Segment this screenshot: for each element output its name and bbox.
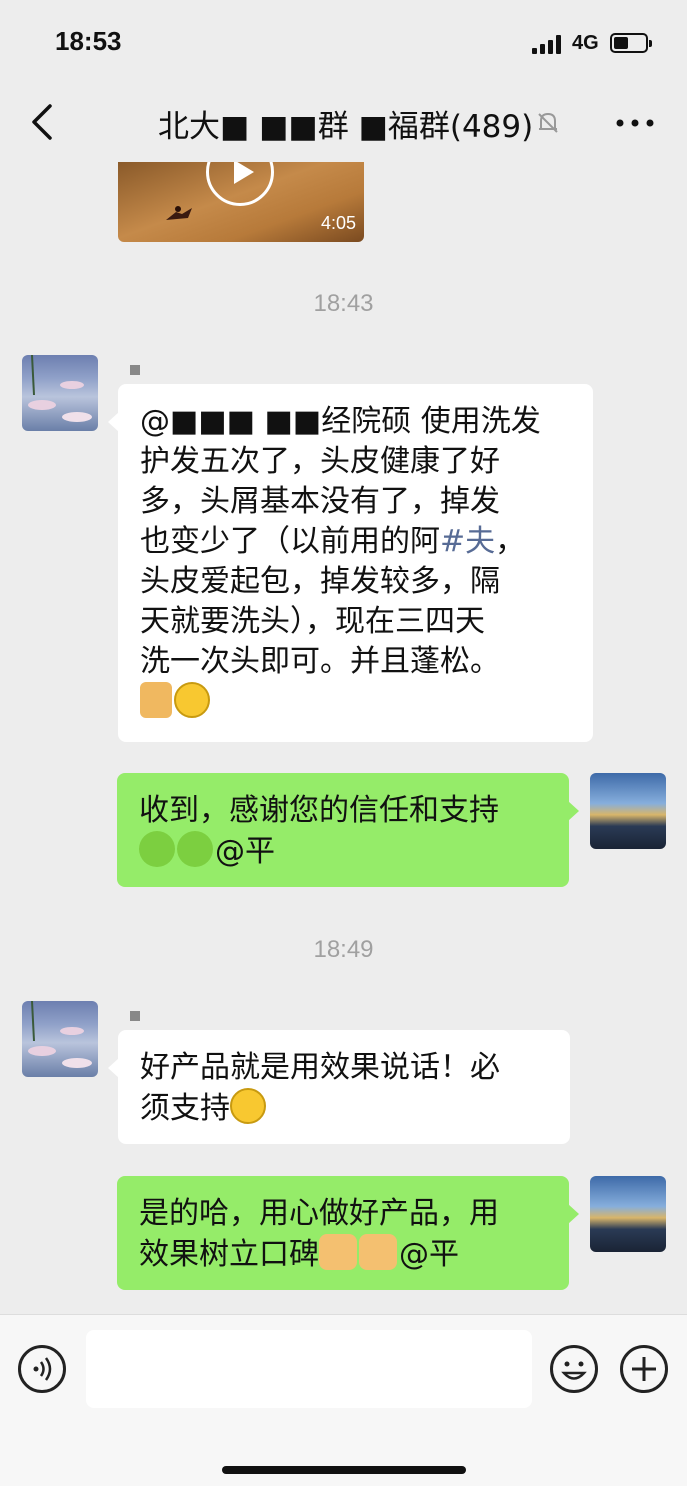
message-line: @■■■ ■■经院硕 使用洗发 [140,404,541,439]
message-bubble[interactable]: 好产品就是用效果说话！必 须支持 [108,1030,570,1144]
message-line: 洗一次头即可。并且蓬松。 [140,644,500,679]
message-line: 须支持 [140,1088,548,1129]
thumbs-up-icon [140,682,172,718]
mute-bell-icon [535,110,561,136]
network-label: 4G [572,32,599,54]
play-icon[interactable] [206,162,274,206]
timestamp: 18:43 [313,290,374,317]
home-indicator [222,1466,466,1474]
mention[interactable]: @平 [399,1237,459,1272]
message-line: 多，头屑基本没有了，掉发 [140,484,500,519]
green-figure-emoji-icon [177,831,213,867]
video-duration: 4:05 [320,213,356,233]
chat-title: 北大■ ■■群 ■福群(489) [158,109,534,145]
signal-icon [532,34,564,54]
timestamp: 18:49 [313,936,374,963]
plus-icon[interactable] [620,1345,668,1393]
message-line: 头皮爱起包，掉发较多，隔 [140,564,500,599]
avatar[interactable] [22,1001,98,1077]
message-line: 是的哈，用心做好产品，用 [139,1196,499,1231]
message-line: 收到，感谢您的信任和支持 [139,793,499,828]
message-line: 护发五次了，头皮健康了好 [140,444,500,479]
mention[interactable]: @平 [215,834,275,869]
battery-icon [610,33,652,53]
more-icon[interactable] [614,108,656,138]
smile-emoji-icon [230,1088,266,1124]
message-bubble[interactable]: @■■■ ■■经院硕 使用洗发 护发五次了，头皮健康了好 多，头屑基本没有了，掉… [108,384,593,742]
voice-icon[interactable] [18,1345,66,1393]
handshake-emoji-icon [319,1234,357,1270]
message-line: 天就要洗头），现在三四天 [140,604,485,639]
emoji-icon[interactable] [550,1345,598,1393]
message-input[interactable] [86,1330,532,1408]
message-line: 也变少了（以前用的阿#夫， [140,524,526,559]
hashtag-link[interactable]: #夫 [440,524,495,559]
message-bubble[interactable]: 收到，感谢您的信任和支持 @平 [117,773,579,887]
message-line: 效果树立口碑 @平 [139,1234,547,1275]
video-thumbnail[interactable]: 4:05 [118,162,364,242]
my-avatar[interactable] [590,773,666,849]
my-avatar[interactable] [590,1176,666,1252]
video-figure [166,206,192,220]
back-icon[interactable] [26,100,62,144]
emoji-row [140,682,571,723]
sender-name [130,365,140,375]
avatar[interactable] [22,355,98,431]
smile-emoji-icon [174,682,210,718]
green-figure-emoji-icon [139,831,175,867]
sender-name [130,1011,140,1021]
message-bubble[interactable]: 是的哈，用心做好产品，用 效果树立口碑 @平 [117,1176,579,1290]
status-time: 18:53 [55,26,122,56]
message-line: 好产品就是用效果说话！必 [140,1050,500,1085]
handshake-emoji-icon [359,1234,397,1270]
message-line: @平 [139,831,547,872]
